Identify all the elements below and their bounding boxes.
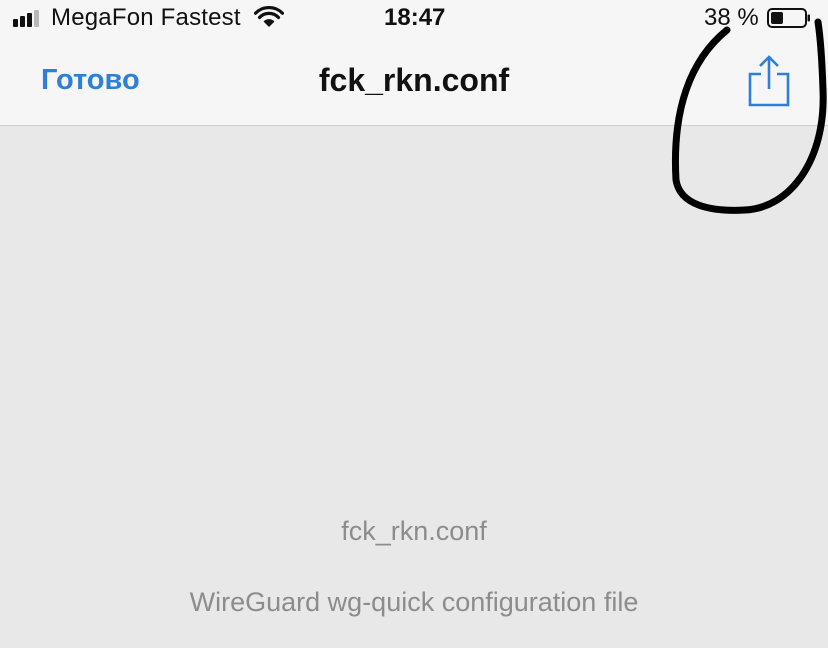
battery-icon bbox=[767, 8, 810, 28]
wifi-icon bbox=[254, 6, 284, 27]
quick-look-screen: MegaFon Fastest 18:47 38 % Готово fck_rk… bbox=[0, 0, 828, 648]
signal-icon bbox=[13, 9, 45, 27]
share-icon[interactable] bbox=[746, 54, 792, 108]
clock: 18:47 bbox=[384, 4, 446, 31]
file-preview-area: fck_rkn.conf WireGuard wg-quick configur… bbox=[0, 126, 828, 648]
page-title: fck_rkn.conf bbox=[318, 62, 510, 98]
navigation-bar: Готово fck_rkn.conf bbox=[0, 38, 828, 126]
file-name: fck_rkn.conf bbox=[341, 516, 487, 546]
battery-percent: 38 % bbox=[704, 4, 759, 31]
file-description: WireGuard wg-quick configuration file bbox=[189, 587, 639, 617]
carrier-name: MegaFon Fastest bbox=[51, 4, 241, 31]
status-bar: MegaFon Fastest 18:47 38 % bbox=[0, 0, 828, 38]
